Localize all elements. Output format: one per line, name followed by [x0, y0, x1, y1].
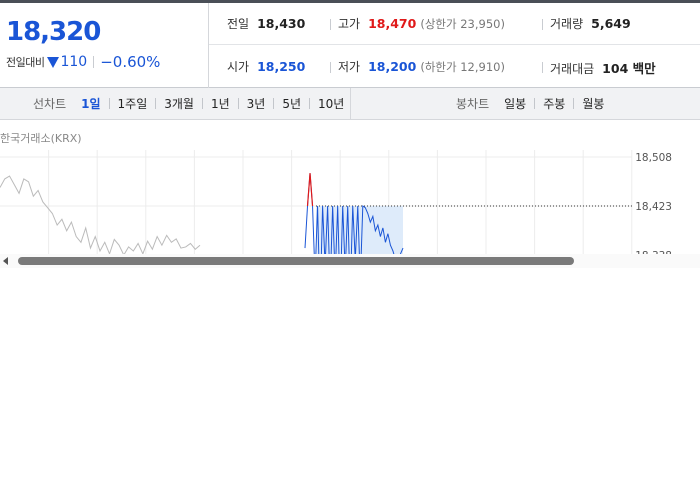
divider [542, 19, 543, 30]
stat-label: 저가 [338, 60, 361, 74]
period-1w-button[interactable]: 1주일 [118, 95, 148, 112]
period-1d-button[interactable]: 1일 [81, 95, 100, 112]
period-5y-button[interactable]: 5년 [282, 95, 301, 112]
change-percent: −0.60% [100, 53, 161, 71]
stat-label: 거래대금 [550, 62, 595, 76]
period-toolbar: 선차트 1일 1주일 3개월 1년 3년 5년 10년 봉차트 일봉 주봉 월봉 [0, 88, 700, 120]
divider [273, 98, 275, 109]
price-summary: 18,320 전일대비 110 −0.60% 전일 18,430 고가 18,4… [0, 3, 700, 88]
divider [155, 98, 157, 109]
stat-high: 고가 18,470 (상한가 23,950) [338, 15, 505, 32]
weekly-candle-button[interactable]: 주봉 [543, 95, 565, 112]
period-10y-button[interactable]: 10년 [318, 95, 344, 112]
stat-low: 저가 18,200 (하한가 12,910) [338, 58, 505, 75]
divider [108, 98, 110, 109]
daily-candle-button[interactable]: 일봉 [504, 95, 526, 112]
row-divider [209, 44, 700, 45]
candle-chart-periods: 봉차트 일봉 주봉 월봉 [456, 88, 604, 119]
stat-value: 5,649 [591, 16, 631, 31]
y-tick-label: 18,508 [635, 152, 672, 164]
chart-source-label: 한국거래소(KRX) [0, 132, 82, 145]
current-price-box: 18,320 전일대비 110 −0.60% [0, 3, 209, 88]
price-chart: 18,50818,42318,338 [0, 150, 700, 254]
period-1y-button[interactable]: 1년 [211, 95, 230, 112]
stat-label: 고가 [338, 17, 361, 31]
divider [573, 98, 575, 109]
divider [330, 19, 331, 30]
candle-chart-title: 봉차트 [456, 97, 490, 111]
period-3y-button[interactable]: 3년 [247, 95, 266, 112]
stat-upper-limit: (상한가 23,950) [420, 17, 505, 31]
stat-value: 104 백만 [602, 61, 656, 76]
divider [542, 62, 543, 73]
chart-scrollbar[interactable] [0, 254, 700, 268]
price-chart-svg: 18,50818,42318,338 [0, 150, 672, 254]
change-row: 전일대비 110 −0.60% [6, 53, 160, 71]
line-chart-periods: 선차트 1일 1주일 3개월 1년 3년 5년 10년 [33, 88, 344, 119]
divider [534, 98, 536, 109]
stat-trade-amount: 거래대금 104 백만 [550, 58, 656, 77]
stat-value: 18,430 [257, 16, 306, 31]
divider [237, 98, 239, 109]
stat-value: 18,200 [368, 59, 417, 74]
toolbar-divider [350, 88, 351, 119]
scroll-thumb[interactable] [18, 257, 574, 265]
intraday-series-up-segment [306, 173, 314, 207]
change-value: 110 [60, 54, 88, 70]
stat-volume: 거래량 5,649 [550, 15, 631, 32]
stat-lower-limit: (하한가 12,910) [420, 60, 505, 74]
current-price: 18,320 [6, 17, 101, 47]
change-label: 전일대비 [6, 56, 45, 69]
stat-label: 거래량 [550, 17, 584, 31]
history-series-line [0, 175, 201, 254]
y-tick-label: 18,423 [635, 201, 672, 213]
divider [201, 98, 203, 109]
monthly-candle-button[interactable]: 월봉 [582, 95, 604, 112]
stat-label: 시가 [227, 60, 250, 74]
stat-prev-close: 전일 18,430 [227, 15, 305, 32]
period-3m-button[interactable]: 3개월 [164, 95, 194, 112]
stat-value: 18,470 [368, 16, 417, 31]
line-chart-title: 선차트 [33, 97, 67, 111]
scroll-left-icon[interactable] [3, 257, 8, 265]
stat-open: 시가 18,250 [227, 58, 305, 75]
stat-label: 전일 [227, 17, 250, 31]
stat-value: 18,250 [257, 59, 306, 74]
divider [309, 98, 311, 109]
down-arrow-icon [47, 56, 60, 68]
divider [93, 56, 95, 68]
divider [330, 62, 331, 73]
